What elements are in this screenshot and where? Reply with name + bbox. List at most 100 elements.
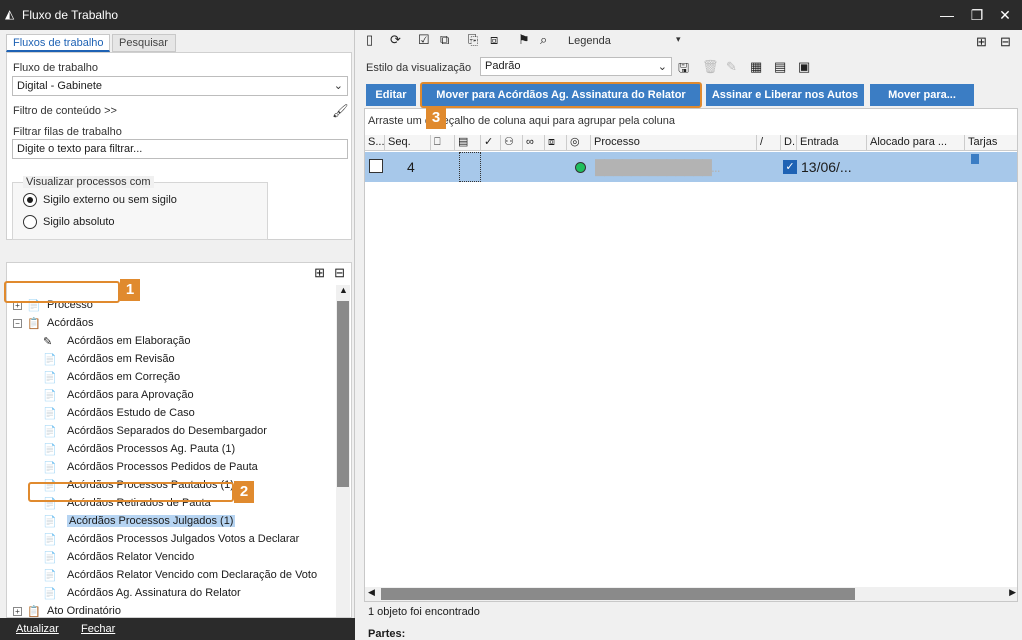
attach-icon[interactable]: ⎘ bbox=[468, 32, 478, 48]
workflow-select[interactable]: Digital - Gabinete ⌄ bbox=[12, 76, 348, 96]
visibility-group-title: Visualizar processos com bbox=[23, 176, 154, 188]
export-excel-icon[interactable]: ▦ bbox=[750, 59, 762, 75]
col-status-icon[interactable]: ◎ bbox=[567, 135, 591, 151]
expand-icon[interactable]: + bbox=[13, 607, 22, 616]
status-dot-icon bbox=[575, 162, 586, 173]
col-tag-icon[interactable]: ⧈ bbox=[545, 135, 567, 151]
callout-badge-3: 3 bbox=[426, 107, 446, 129]
document-icon[interactable]: ▯ bbox=[366, 32, 373, 48]
table-row[interactable]: 4 █████████████... ✓ 13/06/... bbox=[365, 152, 1017, 182]
col-slash[interactable]: / bbox=[757, 135, 781, 151]
legend-caret-icon[interactable]: ▾ bbox=[676, 34, 681, 45]
scroll-left-icon[interactable]: ◀ bbox=[368, 587, 375, 598]
refresh-button[interactable]: Atualizar bbox=[16, 623, 59, 635]
tree-item-label: Acórdãos Processos Julgados (1) bbox=[67, 515, 236, 527]
collapse-tree-icon[interactable]: ⊟ bbox=[334, 265, 345, 281]
save-icon[interactable]: 🖫 bbox=[678, 59, 689, 81]
close-button[interactable]: ✕ bbox=[990, 4, 1020, 26]
legend-dropdown[interactable]: Legenda bbox=[568, 35, 611, 47]
document-icon: 📄 bbox=[43, 552, 57, 564]
workflow-label: Fluxo de trabalho bbox=[13, 62, 98, 74]
row-checkbox[interactable] bbox=[369, 159, 383, 173]
brush-icon[interactable]: 🖌 bbox=[332, 103, 349, 119]
callout-badge-2: 2 bbox=[234, 481, 254, 503]
callout-frame-2 bbox=[28, 482, 234, 502]
radio-absolute-secrecy[interactable] bbox=[23, 215, 37, 229]
col-entrada[interactable]: Entrada bbox=[797, 135, 867, 151]
row-focus-cell bbox=[459, 152, 481, 182]
scroll-up-icon[interactable]: ▲ bbox=[339, 285, 348, 295]
col-bookmark-icon[interactable]: ⎕ bbox=[431, 135, 455, 151]
view-style-select[interactable]: Padrão ⌄ bbox=[480, 57, 672, 76]
queue-filter-placeholder: Digite o texto para filtrar... bbox=[17, 143, 143, 155]
tarja-marker bbox=[971, 154, 979, 164]
grid-hscrollbar[interactable]: ◀ ▶ bbox=[365, 587, 1017, 601]
view-style-value: Padrão bbox=[485, 60, 521, 72]
col-docs-icon[interactable]: ▤ bbox=[455, 135, 481, 151]
expand-grid-icon[interactable]: ⊞ bbox=[976, 34, 987, 50]
window-icon[interactable]: ▣ bbox=[798, 59, 810, 75]
refresh-icon[interactable]: ⟳ bbox=[390, 32, 401, 48]
row-entrada: 13/06/... bbox=[801, 159, 852, 175]
document-icon: 📄 bbox=[43, 354, 57, 366]
tree-scrollbar[interactable]: ▲ bbox=[336, 285, 350, 617]
print-icon[interactable]: ▤ bbox=[774, 59, 786, 75]
tree-item-label: Acórdãos Processos Pedidos de Pauta bbox=[67, 461, 258, 473]
tree-item-label: Acórdãos em Correção bbox=[67, 371, 181, 383]
collapse-icon[interactable]: − bbox=[13, 319, 22, 328]
tab-pesquisar[interactable]: Pesquisar bbox=[112, 34, 176, 52]
col-d[interactable]: D. bbox=[781, 135, 797, 151]
document-icon: 📄 bbox=[43, 372, 57, 384]
tree-scroll-thumb[interactable] bbox=[337, 301, 349, 487]
document-icon: 📄 bbox=[43, 462, 57, 474]
workflow-tree: ⊞ ⊟ + 📄 Processo − 📋 Acórdãos ✎ Acórdãos em Ela… bbox=[6, 262, 352, 618]
collapse-grid-icon[interactable]: ⊟ bbox=[1000, 34, 1011, 50]
radio-external-secrecy[interactable] bbox=[23, 193, 37, 207]
window-titlebar: ◭ Fluxo de Trabalho — ❐ ✕ bbox=[0, 0, 1022, 30]
group-by-hint: Arraste um cabeçalho de coluna aqui para… bbox=[368, 115, 675, 127]
visibility-group: Visualizar processos com Sigilo externo … bbox=[12, 176, 268, 240]
app-icon: ◭ bbox=[5, 7, 15, 21]
col-people-icon[interactable]: ⚇ bbox=[501, 135, 523, 151]
document-icon: 📄 bbox=[43, 426, 57, 438]
chevron-down-icon: ⌄ bbox=[333, 80, 343, 92]
callout-badge-1: 1 bbox=[120, 279, 140, 301]
col-s[interactable]: S... bbox=[365, 135, 385, 151]
tree-item-label: Acórdãos Estudo de Caso bbox=[67, 407, 195, 419]
right-pane: ▯ ⟳ ☑ ⧉ ⎘ ⧈ ⚑ ⌕ Legenda ▾ ⊞ ⊟ Estilo da … bbox=[356, 30, 1022, 640]
flag-doc-icon[interactable]: ⚑ bbox=[518, 32, 530, 48]
sign-release-button[interactable]: Assinar e Liberar nos Autos bbox=[706, 84, 864, 106]
minimize-button[interactable]: — bbox=[932, 4, 962, 26]
close-panel-button[interactable]: Fechar bbox=[81, 623, 115, 635]
col-tarjas[interactable]: Tarjas bbox=[965, 135, 1017, 151]
queue-filter-input[interactable]: Digite o texto para filtrar... bbox=[12, 139, 348, 159]
check-doc-icon[interactable]: ☑ bbox=[418, 32, 430, 48]
grid-scroll-thumb[interactable] bbox=[381, 588, 855, 600]
process-grid: Arraste um cabeçalho de coluna aqui para… bbox=[364, 108, 1018, 602]
tab-fluxos[interactable]: Fluxos de trabalho bbox=[6, 34, 110, 52]
status-text: 1 objeto foi encontrado bbox=[368, 606, 480, 618]
col-processo[interactable]: Processo bbox=[591, 135, 757, 151]
col-link-icon[interactable]: ∞ bbox=[523, 135, 545, 151]
content-filter-link[interactable]: Filtro de conteúdo >> bbox=[13, 105, 117, 117]
copy-icon[interactable]: ⧉ bbox=[440, 32, 449, 48]
row-seq: 4 bbox=[407, 159, 415, 175]
search-doc-icon[interactable]: ⌕ bbox=[540, 32, 547, 48]
tree-item-label: Acórdãos em Revisão bbox=[67, 353, 175, 365]
document-icon: ✎ bbox=[43, 336, 53, 348]
callout-frame-1 bbox=[4, 281, 120, 303]
move-to-button[interactable]: Mover para... bbox=[870, 84, 974, 106]
row-check-icon[interactable]: ✓ bbox=[783, 160, 797, 174]
col-alocado[interactable]: Alocado para ... bbox=[867, 135, 965, 151]
tree-item-label: Ato Ordinatório bbox=[47, 605, 121, 617]
expand-tree-icon[interactable]: ⊞ bbox=[314, 265, 325, 281]
tag-icon[interactable]: ⧈ bbox=[490, 32, 498, 48]
scroll-right-icon[interactable]: ▶ bbox=[1009, 587, 1016, 598]
col-seq[interactable]: Seq. bbox=[385, 135, 431, 151]
edit-button[interactable]: Editar bbox=[366, 84, 416, 106]
restore-button[interactable]: ❐ bbox=[962, 4, 992, 26]
radio-absolute-label: Sigilo absoluto bbox=[43, 216, 115, 228]
radio-external-label: Sigilo externo ou sem sigilo bbox=[43, 194, 177, 206]
col-check-icon[interactable]: ✓ bbox=[481, 135, 501, 151]
tree-item-label: Acórdãos Ag. Assinatura do Relator bbox=[67, 587, 241, 599]
